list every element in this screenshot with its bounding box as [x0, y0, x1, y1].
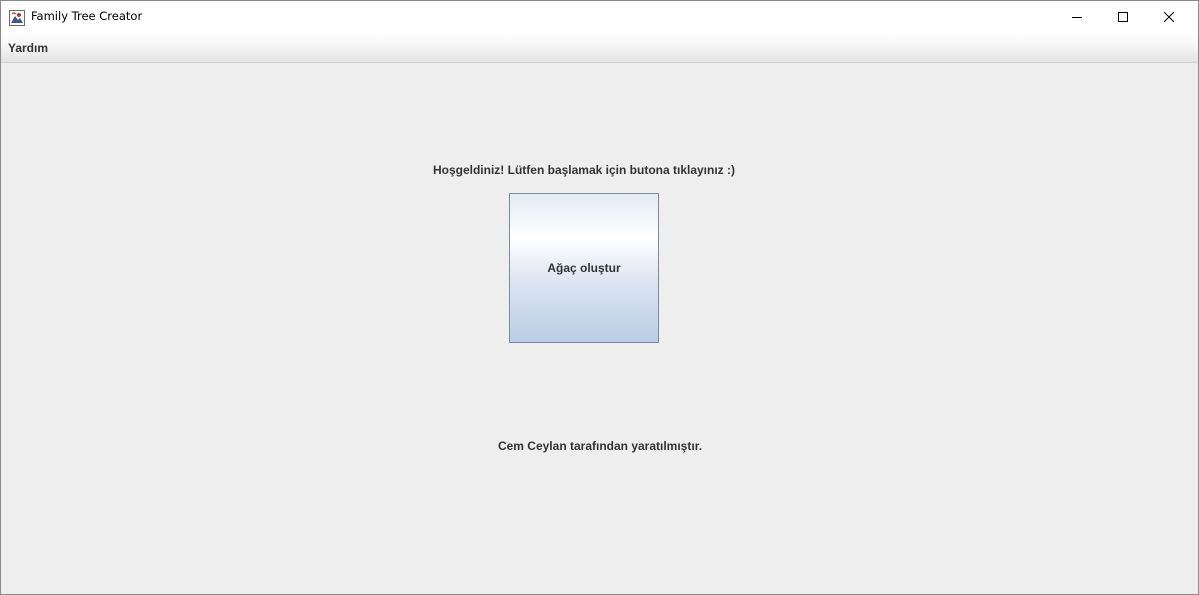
minimize-icon	[1072, 17, 1082, 18]
minimize-button[interactable]	[1054, 1, 1100, 33]
main-panel: Hoşgeldiniz! Lütfen başlamak için butona…	[1, 63, 1198, 594]
menu-bar: Yardım	[1, 33, 1198, 63]
close-button[interactable]	[1146, 1, 1192, 33]
window-title: Family Tree Creator	[31, 9, 143, 23]
author-label: Cem Ceylan tarafından yaratılmıştır.	[497, 439, 703, 453]
menu-item-help[interactable]: Yardım	[8, 41, 48, 55]
maximize-button[interactable]	[1100, 1, 1146, 33]
create-tree-button[interactable]: Ağaç oluştur	[509, 193, 659, 343]
maximize-icon	[1118, 12, 1128, 22]
close-icon	[1164, 12, 1174, 22]
java-app-icon	[9, 10, 25, 26]
welcome-label: Hoşgeldiniz! Lütfen başlamak için butona…	[432, 163, 736, 177]
title-bar[interactable]: Family Tree Creator	[1, 1, 1198, 33]
app-window: Family Tree Creator Yardım Hoşgeldiniz! …	[0, 0, 1199, 595]
